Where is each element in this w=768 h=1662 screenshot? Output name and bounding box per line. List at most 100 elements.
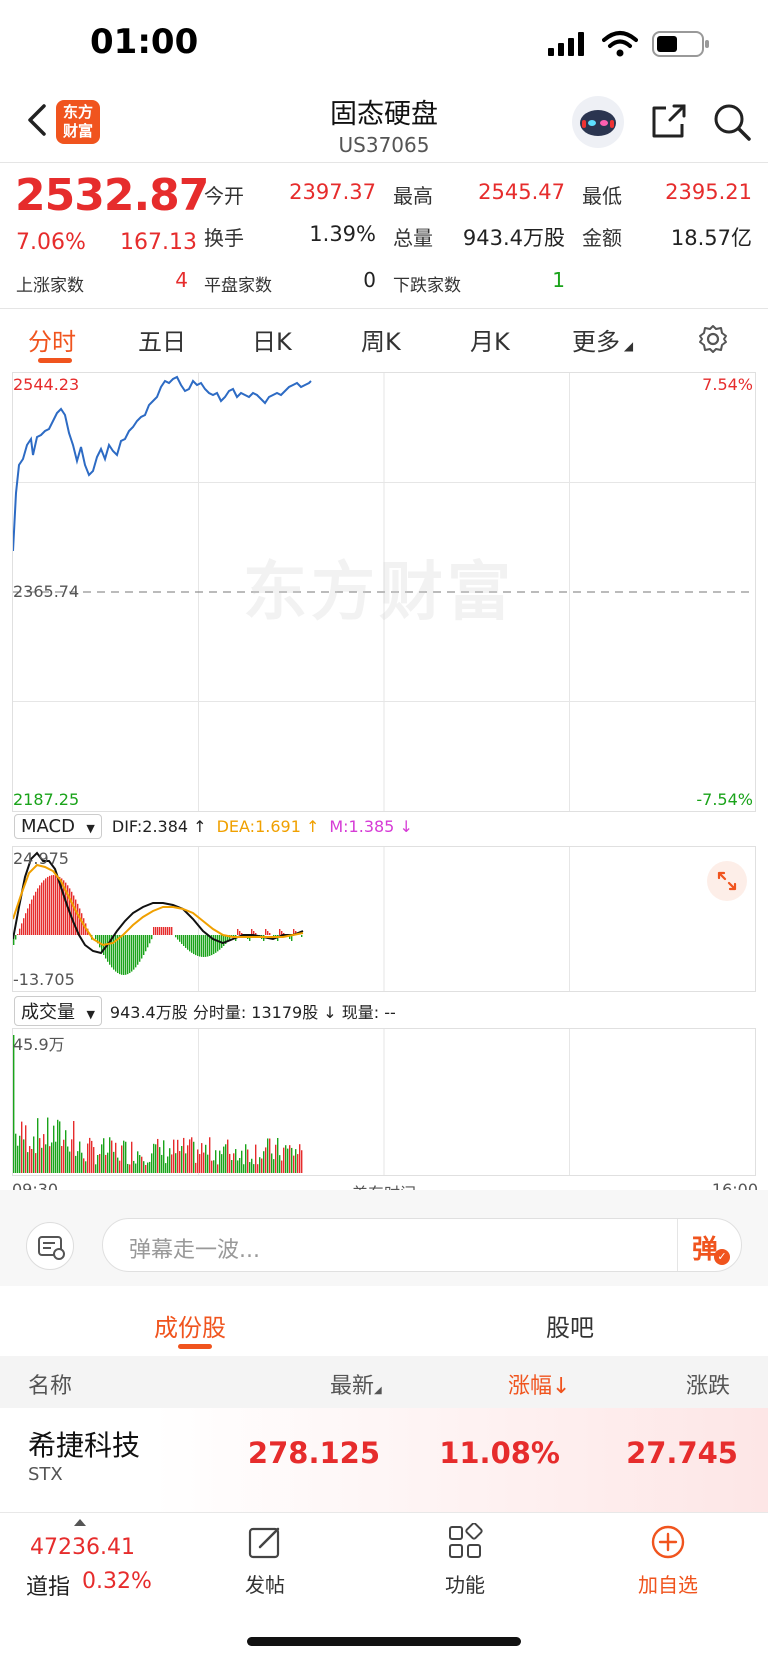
table-row[interactable]: 希捷科技 STX 278.125 11.08% 27.745 (0, 1408, 768, 1512)
volume-bar (171, 1154, 173, 1173)
volume-selector[interactable]: 成交量 ▼ (14, 996, 102, 1026)
macd-bar (27, 908, 29, 935)
macd-bar (37, 888, 39, 935)
volume-bar (211, 1160, 213, 1173)
tab-forum[interactable]: 股吧 (546, 1308, 594, 1343)
volume-bar (207, 1154, 209, 1173)
volume-bar (235, 1149, 237, 1173)
macd-bar (131, 935, 133, 972)
volume-bar (145, 1164, 147, 1173)
tab-month-k[interactable]: 月K (470, 322, 510, 357)
volume-bar (31, 1148, 33, 1173)
volume-bar (295, 1149, 297, 1173)
volume-bar (177, 1139, 179, 1173)
macd-bar (17, 934, 19, 935)
volume-value: 943.4万股 (462, 226, 565, 250)
tab-minute[interactable]: 分时 (28, 322, 76, 357)
tab-constituents[interactable]: 成份股 (154, 1308, 226, 1343)
settings-gear-icon[interactable] (698, 324, 728, 354)
tab-more[interactable]: 更多 ◢ (572, 322, 633, 357)
macd-bar (223, 935, 225, 946)
macd-bar (73, 895, 75, 935)
index-value[interactable]: 47236.41 (30, 1535, 135, 1560)
macd-dea: DEA:1.691 ↑ (216, 817, 320, 836)
macd-bar (99, 935, 101, 948)
volume-bar (143, 1161, 145, 1173)
app-screen: 01:00 东方 财富 固态硬盘 US37065 2532.87 7.06% 1… (0, 0, 768, 1662)
divider (0, 162, 768, 163)
volume-bar (29, 1146, 31, 1173)
intraday-chart[interactable]: 东方财富 2544.23 7.54% 2365.74 2187.25 -7.54… (12, 372, 756, 812)
volume-bar (187, 1145, 189, 1173)
volume-label: 总量 (393, 226, 433, 250)
volume-bar (33, 1136, 35, 1173)
add-watchlist-button[interactable]: 加自选 (628, 1523, 708, 1598)
macd-bar (129, 935, 131, 974)
macd-bar (41, 882, 43, 935)
volume-bar (111, 1140, 113, 1173)
volume-bar (227, 1139, 229, 1173)
volume-bar (151, 1153, 153, 1173)
volume-bar (185, 1153, 187, 1173)
tab-week-k[interactable]: 周K (361, 322, 401, 357)
danmu-input[interactable]: 弹幕走一波... 弹 ✓ (102, 1218, 742, 1272)
table-header: 名称 最新◢ 涨幅↓ 涨跌 (0, 1356, 768, 1408)
macd-bar (181, 935, 183, 944)
functions-label: 功能 (445, 1573, 485, 1597)
tab-five-day[interactable]: 五日 (138, 322, 186, 357)
volume-bar (105, 1154, 107, 1173)
index-pct[interactable]: 0.32% (82, 1569, 152, 1594)
col-latest[interactable]: 最新◢ (330, 1368, 382, 1400)
volume-chart[interactable]: 45.9万 (12, 1028, 756, 1176)
macd-bar (107, 935, 109, 962)
divider (0, 308, 768, 309)
tab-day-k[interactable]: 日K (252, 322, 292, 357)
open-value: 2397.37 (289, 180, 376, 204)
col-pct[interactable]: 涨幅↓ (508, 1368, 570, 1400)
macd-bar (43, 880, 45, 935)
macd-bar (161, 927, 163, 935)
search-icon[interactable] (712, 102, 752, 142)
volume-bar (63, 1139, 65, 1173)
home-indicator[interactable] (247, 1637, 521, 1646)
stock-code: STX (28, 1464, 63, 1485)
macd-bar (269, 933, 271, 935)
volume-bar (37, 1118, 39, 1173)
macd-bar (163, 927, 165, 935)
volume-bar (135, 1163, 137, 1173)
expand-button[interactable] (707, 861, 747, 901)
volume-bar (71, 1139, 73, 1173)
volume-bar (43, 1134, 45, 1173)
col-change[interactable]: 涨跌 (686, 1368, 768, 1400)
volume-bar (233, 1153, 235, 1173)
macd-bar (187, 935, 189, 950)
share-icon[interactable] (650, 102, 688, 140)
volume-bar (157, 1138, 159, 1173)
index-name[interactable]: 道指 (26, 1569, 70, 1601)
volume-bar (293, 1155, 295, 1173)
battery-icon (652, 31, 709, 57)
volume-bar (223, 1146, 225, 1173)
volume-bar (251, 1158, 253, 1173)
amount-value: 18.57亿 (670, 226, 752, 250)
macd-bar (267, 931, 269, 935)
macd-selector[interactable]: MACD ▼ (14, 814, 102, 839)
high-label: 最高 (393, 184, 433, 208)
col-name[interactable]: 名称 (28, 1368, 72, 1400)
post-button[interactable]: 发帖 (230, 1523, 300, 1598)
assistant-robot-icon[interactable] (572, 96, 624, 148)
macd-bar (33, 895, 35, 935)
volume-bar (291, 1147, 293, 1173)
volume-bar (13, 1035, 15, 1173)
danmu-toggle-button[interactable]: 弹 ✓ (677, 1219, 741, 1271)
functions-button[interactable]: 功能 (430, 1522, 500, 1598)
comment-list-button[interactable] (26, 1222, 74, 1270)
chart-mid-price: 2365.74 (13, 582, 80, 601)
volume-bar (217, 1164, 219, 1173)
volume-bar (183, 1137, 185, 1173)
volume-header: 成交量 ▼ 943.4万股 分时量: 13179股 ↓ 现量: -- (14, 996, 396, 1026)
macd-chart[interactable]: 24.975 -13.705 (12, 846, 756, 992)
macd-bar (185, 935, 187, 948)
macd-bar (127, 935, 129, 975)
signal-icon (548, 32, 584, 56)
